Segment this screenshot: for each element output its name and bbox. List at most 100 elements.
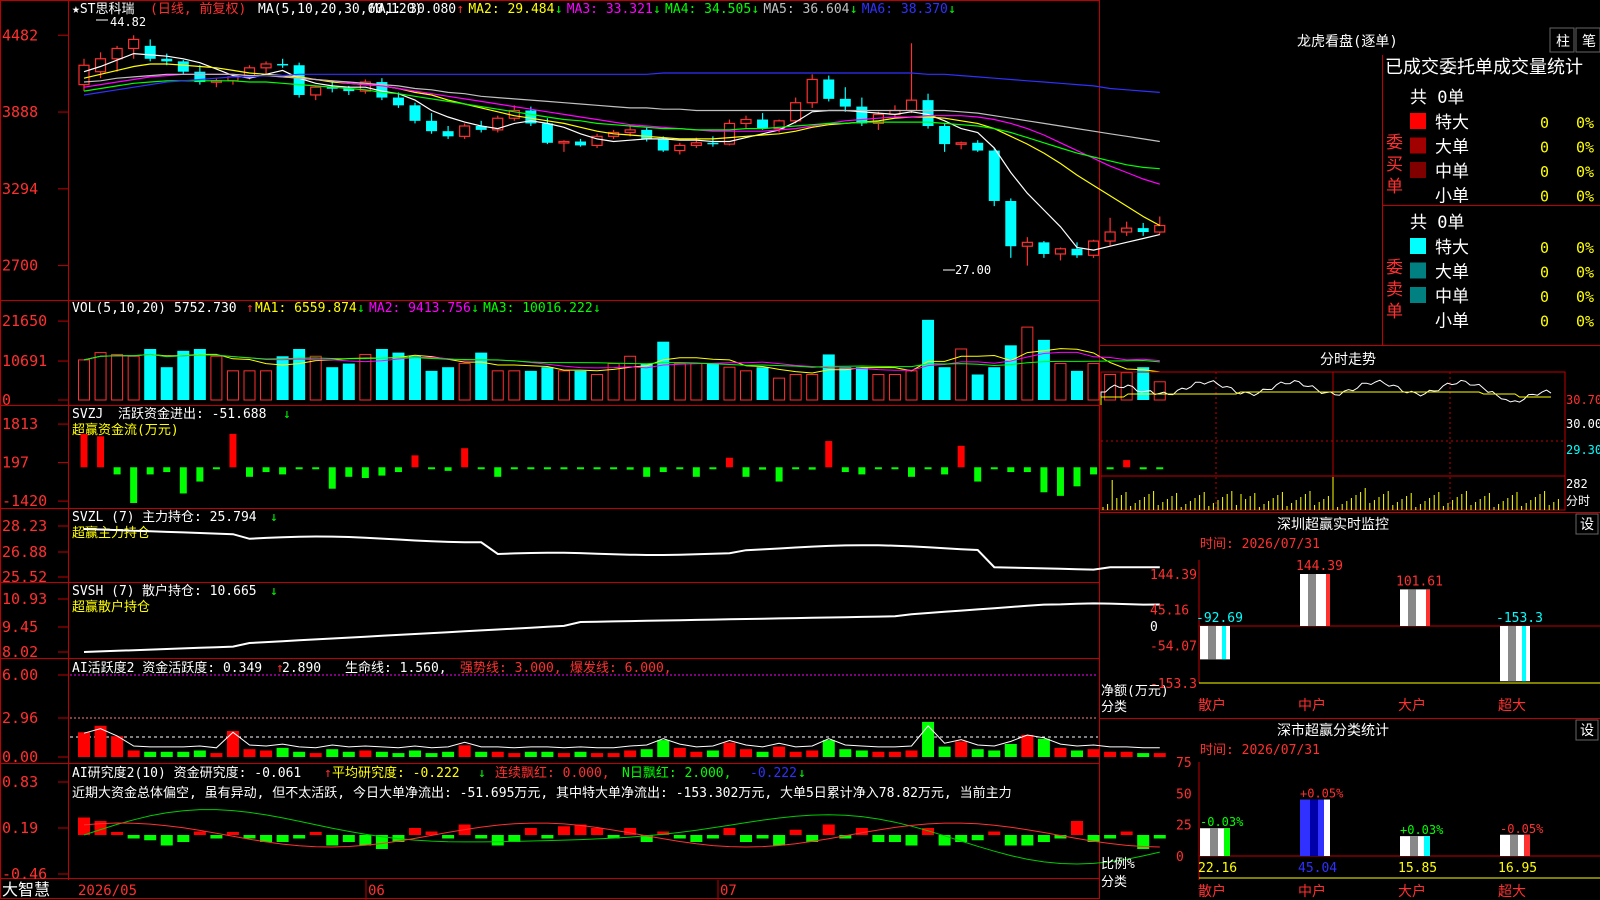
candle-body-up — [1154, 224, 1166, 233]
vol-bar-down — [839, 367, 852, 400]
candle-body-down — [988, 150, 1000, 201]
classify-settings-label[interactable]: 设 — [1580, 723, 1594, 739]
sell-row-pct: 0% — [1576, 239, 1594, 257]
ai1-bar — [458, 745, 471, 757]
buy-swatch — [1410, 113, 1426, 129]
ai1-bar — [822, 740, 835, 757]
tab-bar-label[interactable]: 柱 — [1556, 34, 1570, 50]
stock-chart[interactable]: ★ST思科瑞 (日线, 前复权) MA(5,10,20,30,60,120) M… — [0, 0, 1600, 900]
ai2-bar — [524, 828, 537, 835]
tab-tick-label[interactable]: 笔 — [1582, 34, 1596, 50]
ai2-axis: 0.830.19-0.46↑ ↓ ↓ — [2, 766, 806, 883]
ai1-bar — [508, 753, 521, 757]
candle-body-down — [442, 131, 454, 137]
intraday-axis-low: 29.30 — [1566, 443, 1600, 457]
ai1-bar — [756, 751, 769, 757]
candle-body-down — [641, 129, 653, 139]
svzj-bar — [560, 467, 568, 470]
ai2-bar — [706, 835, 719, 839]
svzj-bar — [1040, 467, 1048, 493]
vol-bar-down — [822, 354, 835, 400]
svzj-bar — [246, 467, 253, 477]
monitor-value-label: 101.61 — [1396, 574, 1443, 589]
buy-label-char: 委 — [1386, 133, 1403, 153]
svzj-bar — [775, 467, 783, 482]
ai2-b: 平均研究度: -0.222 — [332, 765, 460, 781]
max-price-label: 44.82 — [110, 15, 146, 29]
classify-bar-edge — [1524, 834, 1530, 856]
vol-bar-up — [243, 370, 256, 401]
ai2-bar — [988, 831, 1001, 835]
monitor-bar-edge — [1326, 574, 1330, 626]
ma-legend-arrow: ↓ — [555, 2, 563, 17]
svsh-header: SVSH (7) 散户持仓: 10.665 超赢散户持仓 — [72, 583, 257, 615]
monitor-title: 深圳超赢实时监控 — [1277, 516, 1389, 533]
ai1-bar — [392, 753, 405, 757]
svzj-bar — [858, 467, 866, 475]
monitor-settings-label[interactable]: 设 — [1580, 517, 1594, 533]
ai2-bar — [773, 835, 786, 846]
candle-body-up — [1121, 227, 1133, 233]
vol-bar-down — [1037, 339, 1050, 400]
sell-row-pct: 0% — [1576, 313, 1594, 331]
ai2-bars — [78, 817, 1166, 849]
vol-bar-down — [657, 341, 670, 400]
svzj-bar — [113, 467, 121, 475]
sell-row-name: 中单 — [1435, 287, 1469, 307]
sell-label-char: 卖 — [1386, 280, 1403, 300]
ai1-bar — [888, 751, 901, 757]
buy-row-count: 0 — [1540, 188, 1549, 206]
svzj-bar — [510, 467, 518, 470]
ai2-bar — [938, 835, 951, 846]
date-label-jun: 06 — [368, 883, 385, 899]
buy-total: 共 0单 — [1410, 88, 1464, 108]
ai1-bar — [442, 751, 455, 757]
right-panel: 龙虎看盘(逐单) 柱 笔 已成交委托单成交量统计 共 0单委买单特大 0 0%大单 0… — [1297, 27, 1600, 332]
sell-row-count: 0 — [1540, 313, 1549, 331]
vol-label: VOL(5,10,20) — [72, 301, 166, 316]
ai1-bar — [326, 749, 339, 757]
vol-legend-arrow: ↓ — [593, 301, 601, 316]
monitor-category: 中户 — [1298, 697, 1326, 714]
svzj-bar — [610, 467, 618, 470]
candle-body-up — [310, 86, 322, 96]
candle-body-down — [293, 65, 305, 95]
ai2-bar — [127, 835, 140, 839]
ai2-bar — [922, 828, 935, 835]
candle-body-down — [144, 45, 156, 59]
vol-legend-arrow: ↓ — [357, 301, 365, 316]
ai1-bar — [359, 750, 372, 757]
ai1-bar — [557, 753, 570, 757]
ma-legend-ma6: MA6: 38.370 — [862, 2, 948, 17]
intraday-axis-mid: 30.00 — [1566, 417, 1600, 431]
ai2-a: AI研究度2(10) 资金研究度: -0.061 — [72, 765, 301, 781]
candle-body-down — [757, 119, 769, 129]
ai2-bar — [1153, 835, 1166, 839]
vol-bar-down — [922, 319, 935, 400]
svzj-bar — [494, 467, 502, 477]
monitor-category: 大户 — [1398, 697, 1426, 714]
brand-label: 大智慧 — [2, 880, 50, 899]
vol-bar-down — [425, 370, 438, 400]
svzj-bar — [626, 467, 634, 470]
svzl-text: 主力持仓: 25.794 — [142, 510, 257, 525]
ai1-bar — [988, 750, 1001, 757]
classify-bar-shade — [1210, 828, 1218, 856]
candle-body-up — [1087, 240, 1100, 256]
classify-panel: 深市超赢分类统计 设 时间: 2026/07/31 75 50 25 0 -0.03%… — [1101, 719, 1600, 900]
candle-body-up — [1021, 241, 1033, 247]
ai1-bar — [127, 750, 140, 757]
ma-legend-arrow: ↑ — [456, 2, 464, 17]
vol-bar-up — [1054, 363, 1067, 401]
ai2-c: 连续飘红: 0.000, — [495, 765, 610, 781]
ai1-bar — [740, 749, 752, 757]
stats-groups: 共 0单委买单特大 0 0%大单 0 0%中单 0 0%小单 0 0%共 0单委卖单特大 0 0%大… — [1386, 88, 1594, 332]
vol-header: VOL(5,10,20) 5752.730 ↑ MA1: 6559.874 ↓ MA2… — [72, 301, 601, 316]
candle-body-down — [823, 79, 835, 99]
svsh-tick-label: 8.02 — [2, 643, 38, 661]
ai1-bar — [210, 753, 223, 757]
sell-swatch — [1410, 287, 1426, 303]
ai2-d: N日飘红: 2.000, — [622, 765, 731, 781]
ai2-bar — [723, 828, 736, 835]
ma-legend-arrow: ↓ — [850, 2, 858, 17]
